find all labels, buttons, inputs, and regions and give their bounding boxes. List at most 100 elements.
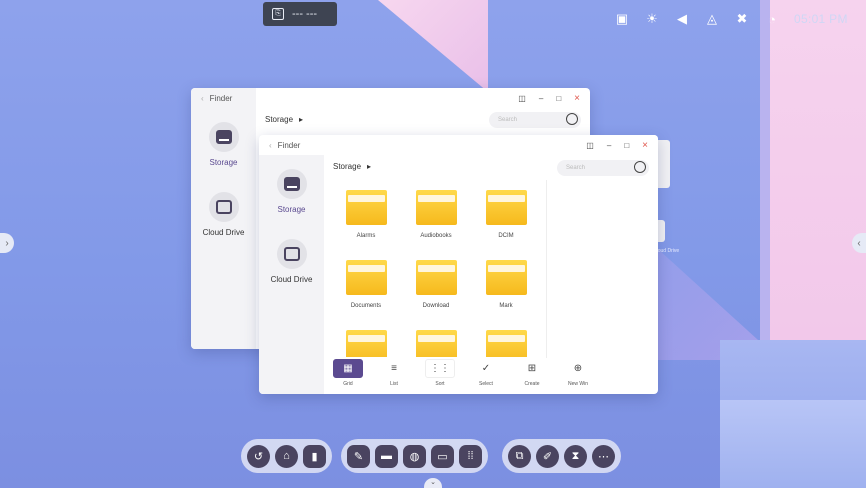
cloud-drive-icon — [208, 192, 239, 222]
divider — [546, 180, 547, 358]
wallpaper-shape — [770, 0, 866, 345]
source-icon: ⎘ — [272, 8, 284, 20]
breadcrumb[interactable]: Storage ▸ — [265, 115, 303, 124]
list-icon: ≡ — [379, 359, 409, 378]
folder-icon — [345, 330, 387, 357]
folder-icon — [485, 330, 527, 357]
folder-icon — [485, 190, 527, 225]
folder-item[interactable]: Alarms — [336, 190, 396, 239]
browser-app[interactable]: ◍ — [403, 444, 426, 468]
select-button[interactable]: ✓ Select — [469, 359, 503, 387]
sidebar-item-storage[interactable]: Storage — [191, 122, 256, 167]
back-icon[interactable]: ‹ — [201, 94, 204, 103]
more-tools-button[interactable]: ⋯ — [592, 444, 615, 468]
signal-source-chip[interactable]: ⎘ --- --- — [263, 2, 337, 26]
cloud-drive-icon — [276, 239, 307, 269]
new-window-icon: ⊕ — [563, 359, 593, 378]
title-bar[interactable]: ‹ Finder ◫ – □ × — [259, 135, 658, 155]
dock-apps: ✎ ▬ ◍ ▭ ⁞⁞ — [341, 439, 488, 473]
folder-icon — [415, 260, 457, 295]
annotate-tool[interactable]: ✐ — [536, 444, 559, 468]
screenshot-icon: ⧉ — [515, 449, 524, 462]
folder-icon — [345, 260, 387, 295]
clock: 05:01 PM — [794, 12, 848, 26]
finder-app[interactable]: ▬ — [375, 444, 398, 468]
folder-item[interactable]: Mark — [476, 260, 536, 309]
sidebar-item-label: Storage — [277, 205, 306, 214]
play-icon: ▸ — [367, 162, 372, 171]
create-folder-button[interactable]: ⊞ Create — [515, 359, 549, 387]
wallpaper-shape — [720, 400, 866, 488]
all-apps-button[interactable]: ⁞⁞ — [459, 444, 482, 468]
search-icon[interactable] — [566, 113, 578, 125]
split-icon[interactable]: ◫ — [586, 141, 594, 150]
folder-icon: ▬ — [381, 450, 392, 462]
grid-view-button[interactable]: ▦ Grid — [331, 359, 365, 387]
screen-share-app[interactable]: ▭ — [431, 444, 454, 468]
whiteboard-icon: ✎ — [353, 450, 364, 463]
home-button[interactable]: ⌂ — [275, 444, 298, 468]
folder-icon — [345, 190, 387, 225]
sort-icon: ⋮⋮ — [425, 359, 455, 378]
finder-window-front[interactable]: Storage Cloud Drive ‹ Finder ◫ – □ × Sto… — [259, 135, 658, 394]
list-view-button[interactable]: ≡ List — [377, 359, 411, 387]
check-circle-icon: ✓ — [471, 359, 501, 378]
dock-navigation: ↺ ⌂ ▮ — [241, 439, 332, 473]
sidebar-item-label: Cloud Drive — [270, 275, 313, 284]
split-icon[interactable]: ◫ — [518, 94, 526, 103]
hourglass-icon: ⧗ — [571, 449, 580, 462]
title-bar[interactable]: ‹ Finder ◫ – □ × — [191, 88, 590, 108]
apps-grid-icon: ⁞⁞ — [467, 450, 474, 462]
search-icon[interactable] — [634, 161, 646, 173]
minimize-icon[interactable]: – — [607, 141, 611, 150]
window-title: Finder — [209, 93, 233, 103]
new-window-button[interactable]: ⊕ New Win — [561, 359, 595, 387]
whiteboard-app[interactable]: ✎ — [347, 444, 370, 468]
folder-item[interactable]: Audiobooks — [406, 190, 466, 239]
sidebar-item-cloud-drive[interactable]: Cloud Drive — [259, 239, 324, 284]
folder-icon — [415, 330, 457, 357]
status-bar: ▣ ☀ ◀ ◬ ✖ ◔ 05:01 PM — [614, 9, 848, 29]
sidebar-item-label: Cloud Drive — [202, 228, 245, 237]
recent-apps-button[interactable]: ▮ — [303, 444, 326, 468]
timer-tool[interactable]: ⧗ — [564, 444, 587, 468]
storage-icon — [208, 122, 239, 152]
breadcrumb[interactable]: Storage ▸ — [333, 162, 371, 171]
brightness-icon[interactable]: ☀ — [644, 11, 660, 27]
back-icon[interactable]: ‹ — [269, 141, 272, 150]
sort-button[interactable]: ⋮⋮ Sort — [423, 359, 457, 387]
folder-icon — [485, 260, 527, 295]
folder-item[interactable]: DCIM — [476, 190, 536, 239]
folder-item[interactable]: Download — [406, 260, 466, 309]
maximize-icon[interactable]: □ — [624, 141, 629, 150]
pen-icon: ✐ — [542, 450, 553, 463]
right-edge-handle[interactable]: ‹ — [852, 233, 866, 253]
wallpaper-shape — [378, 0, 488, 92]
folder-item[interactable] — [336, 330, 396, 357]
window-title: Finder — [277, 140, 301, 150]
finder-toolbar: ▦ Grid ≡ List ⋮⋮ Sort ✓ Select ⊞ Create ⊕ New … — [327, 359, 595, 393]
home-icon: ⌂ — [283, 450, 290, 462]
folder-item[interactable] — [406, 330, 466, 357]
volume-icon[interactable]: ◀ — [674, 11, 690, 27]
close-icon[interactable]: × — [642, 140, 648, 151]
screen-icon[interactable]: ▣ — [614, 11, 630, 27]
maximize-icon[interactable]: □ — [556, 94, 561, 103]
screenshot-tool[interactable]: ⧉ — [508, 444, 531, 468]
network-off-icon[interactable]: ✖ — [734, 11, 750, 27]
folder-icon — [415, 190, 457, 225]
sidebar-item-storage[interactable]: Storage — [259, 169, 324, 214]
search-input[interactable]: Search — [489, 112, 581, 128]
undo-icon: ↺ — [253, 450, 264, 463]
sidebar-item-label: Storage — [209, 158, 238, 167]
search-input[interactable]: Search — [557, 160, 649, 176]
wifi-icon[interactable]: ◔ — [764, 11, 780, 27]
sidebar-item-cloud-drive[interactable]: Cloud Drive — [191, 192, 256, 237]
folder-item[interactable]: Documents — [336, 260, 396, 309]
folder-item[interactable] — [476, 330, 536, 357]
back-button[interactable]: ↺ — [247, 444, 270, 468]
minimize-icon[interactable]: – — [539, 94, 543, 103]
signal-source-text: --- --- — [292, 8, 318, 20]
close-icon[interactable]: × — [574, 93, 580, 104]
eye-care-icon[interactable]: ◬ — [704, 11, 720, 27]
